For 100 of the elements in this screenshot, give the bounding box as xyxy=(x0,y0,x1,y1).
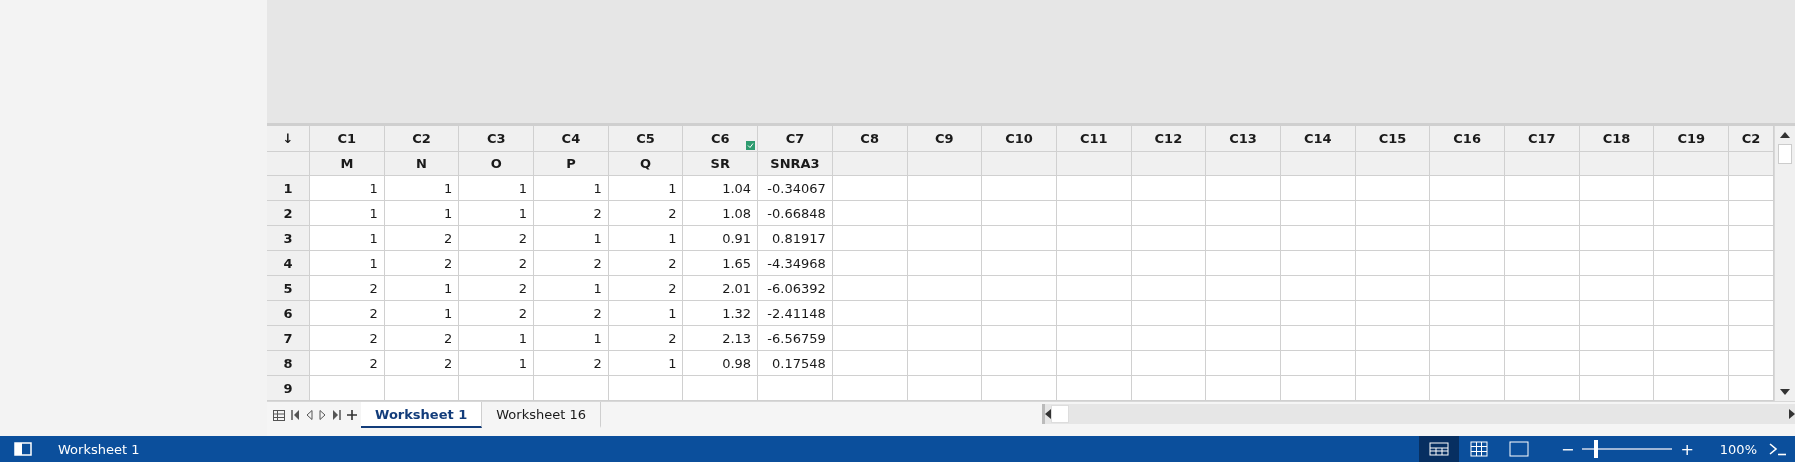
table-cell[interactable] xyxy=(907,176,983,201)
table-cell[interactable] xyxy=(1729,351,1774,376)
column-header[interactable]: C2 xyxy=(1729,126,1774,152)
row-number[interactable]: 6 xyxy=(267,301,310,326)
column-header[interactable]: C19 xyxy=(1654,126,1730,152)
table-cell[interactable] xyxy=(1579,351,1655,376)
column-name-cell[interactable] xyxy=(1131,152,1207,176)
table-cell[interactable]: 1 xyxy=(534,226,609,251)
table-cell[interactable] xyxy=(758,376,833,401)
table-cell[interactable] xyxy=(1505,201,1580,226)
table-cell[interactable]: 1 xyxy=(459,176,535,201)
table-cell[interactable] xyxy=(1131,326,1207,351)
table-cell[interactable] xyxy=(459,376,535,401)
column-header[interactable]: C16 xyxy=(1430,126,1505,152)
row-number[interactable]: 4 xyxy=(267,251,310,276)
column-name-cell[interactable] xyxy=(1729,152,1774,176)
table-cell[interactable] xyxy=(1579,201,1655,226)
table-cell[interactable] xyxy=(1280,176,1356,201)
column-header[interactable]: C13 xyxy=(1206,126,1281,152)
column-name-cell[interactable] xyxy=(907,152,983,176)
row-number[interactable]: 7 xyxy=(267,326,310,351)
column-name-cell[interactable]: Q xyxy=(608,152,684,176)
table-cell[interactable]: 1 xyxy=(384,301,460,326)
table-cell[interactable]: -2.41148 xyxy=(758,301,833,326)
column-header[interactable]: C8 xyxy=(832,126,908,152)
table-cell[interactable]: 2 xyxy=(608,251,684,276)
column-name-cell[interactable] xyxy=(1654,152,1730,176)
table-cell[interactable] xyxy=(1729,176,1774,201)
table-cell[interactable] xyxy=(1131,251,1207,276)
table-cell[interactable] xyxy=(1056,301,1132,326)
vertical-scrollbar[interactable] xyxy=(1774,126,1795,401)
table-cell[interactable]: 1.32 xyxy=(683,301,759,326)
table-cell[interactable] xyxy=(1430,351,1505,376)
table-cell[interactable] xyxy=(1131,201,1207,226)
table-cell[interactable] xyxy=(1430,376,1505,401)
table-cell[interactable] xyxy=(1505,301,1580,326)
sheet-tab[interactable]: Worksheet 16 xyxy=(482,402,601,428)
table-cell[interactable] xyxy=(1355,201,1431,226)
table-cell[interactable] xyxy=(1505,326,1580,351)
table-cell[interactable] xyxy=(1056,376,1132,401)
table-cell[interactable] xyxy=(1131,276,1207,301)
table-cell[interactable] xyxy=(1729,201,1774,226)
first-sheet-icon[interactable] xyxy=(291,410,300,420)
column-header[interactable]: C10 xyxy=(982,126,1057,152)
table-cell[interactable] xyxy=(982,301,1057,326)
table-cell[interactable] xyxy=(1056,251,1132,276)
table-cell[interactable] xyxy=(1056,201,1132,226)
table-cell[interactable] xyxy=(1729,251,1774,276)
table-cell[interactable] xyxy=(1056,276,1132,301)
column-name-cell[interactable] xyxy=(982,152,1057,176)
column-name-cell[interactable]: P xyxy=(534,152,609,176)
table-cell[interactable]: 1 xyxy=(534,326,609,351)
table-cell[interactable] xyxy=(907,201,983,226)
previous-sheet-icon[interactable] xyxy=(306,410,313,420)
column-header[interactable]: C14 xyxy=(1280,126,1356,152)
column-header[interactable]: C7 xyxy=(758,126,833,152)
table-cell[interactable]: 1 xyxy=(459,326,535,351)
table-cell[interactable]: 1 xyxy=(459,351,535,376)
table-cell[interactable]: 2 xyxy=(459,301,535,326)
table-cell[interactable]: 1.04 xyxy=(683,176,759,201)
column-name-cell[interactable]: N xyxy=(384,152,460,176)
table-cell[interactable] xyxy=(1355,176,1431,201)
table-cell[interactable]: 2 xyxy=(384,351,460,376)
scroll-down-icon[interactable] xyxy=(1780,389,1790,395)
table-cell[interactable]: 2 xyxy=(459,251,535,276)
table-cell[interactable] xyxy=(1505,176,1580,201)
table-cell[interactable]: 0.91 xyxy=(683,226,759,251)
grid-view-icon[interactable] xyxy=(1470,441,1488,457)
table-cell[interactable] xyxy=(1056,176,1132,201)
table-cell[interactable] xyxy=(1505,226,1580,251)
table-cell[interactable] xyxy=(982,251,1057,276)
row-number[interactable]: 2 xyxy=(267,201,310,226)
column-name-cell[interactable]: O xyxy=(459,152,535,176)
table-cell[interactable] xyxy=(1430,301,1505,326)
table-cell[interactable]: 1 xyxy=(608,226,684,251)
table-cell[interactable]: 1 xyxy=(459,201,535,226)
scroll-up-icon[interactable] xyxy=(1780,132,1790,138)
zoom-thumb[interactable] xyxy=(1594,440,1599,458)
table-cell[interactable]: 0.81917 xyxy=(758,226,833,251)
table-cell[interactable] xyxy=(1280,251,1356,276)
table-cell[interactable]: -0.66848 xyxy=(758,201,833,226)
view-button[interactable] xyxy=(1419,436,1459,462)
table-cell[interactable]: 2 xyxy=(384,251,460,276)
table-cell[interactable] xyxy=(1654,251,1730,276)
table-cell[interactable] xyxy=(832,376,908,401)
table-cell[interactable] xyxy=(1579,276,1655,301)
table-cell[interactable] xyxy=(310,376,385,401)
panel-toggle-icon[interactable] xyxy=(14,442,32,456)
table-cell[interactable] xyxy=(907,376,983,401)
table-cell[interactable] xyxy=(907,326,983,351)
table-cell[interactable] xyxy=(1131,226,1207,251)
table-cell[interactable]: 2 xyxy=(310,276,385,301)
table-cell[interactable] xyxy=(832,226,908,251)
table-cell[interactable] xyxy=(982,276,1057,301)
table-cell[interactable]: 2 xyxy=(608,276,684,301)
table-cell[interactable] xyxy=(1206,276,1281,301)
table-cell[interactable] xyxy=(1654,326,1730,351)
column-header[interactable]: C11 xyxy=(1056,126,1132,152)
table-cell[interactable] xyxy=(1430,276,1505,301)
grid-icon[interactable] xyxy=(273,409,285,421)
